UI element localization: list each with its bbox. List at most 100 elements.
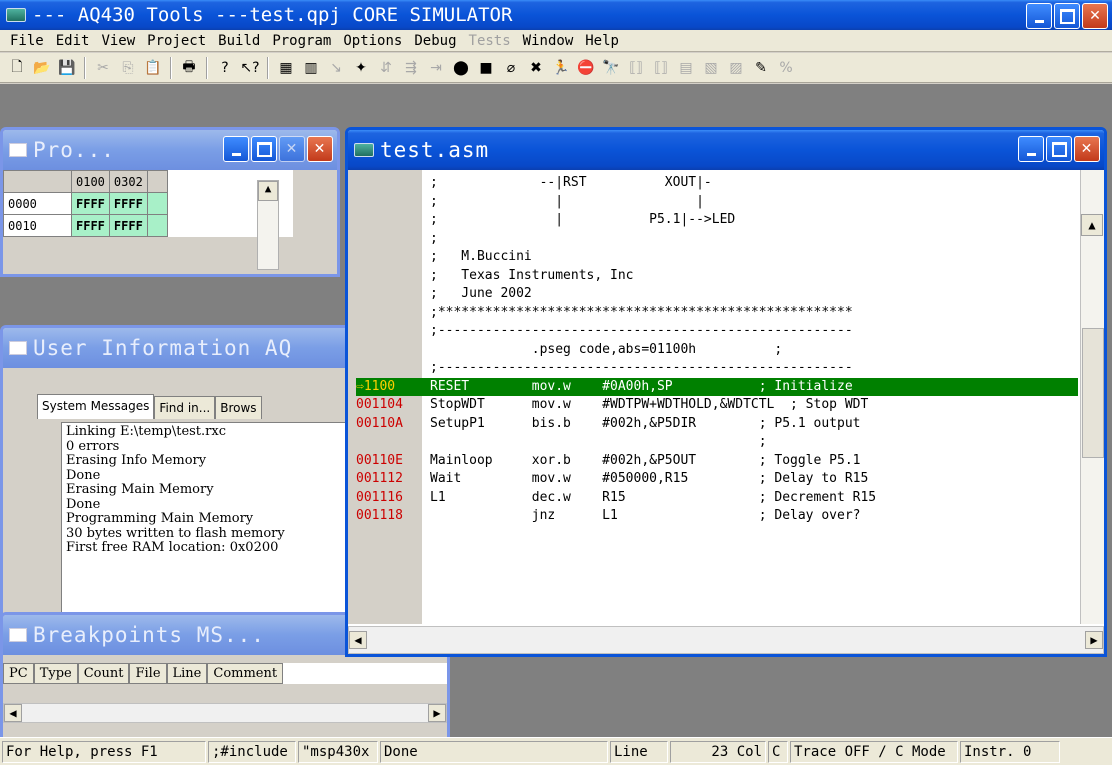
code-line[interactable]: 00110E Mainloop xor.b #002h,&P5OUT ; Togg… <box>356 452 1078 471</box>
menu-program[interactable]: Program <box>266 33 337 49</box>
step-over-icon[interactable]: ⇶ <box>400 57 422 79</box>
cut-icon[interactable]: ✂ <box>92 57 114 79</box>
column-comment[interactable]: Comment <box>207 663 284 684</box>
memory-icon[interactable]: ▧ <box>700 57 722 79</box>
code-line[interactable]: 001112 Wait mov.w #050000,R15 ; Delay to … <box>356 470 1078 489</box>
run-icon[interactable]: 🏃 <box>550 57 572 79</box>
bracket-icon[interactable]: ⟦⟧ <box>625 57 647 79</box>
find-icon[interactable]: 🔭 <box>600 57 622 79</box>
memory-cell[interactable]: FFFF <box>71 192 110 215</box>
new-file-icon[interactable]: 🗋 <box>6 57 28 79</box>
tab-system-messages[interactable]: System Messages <box>37 394 155 419</box>
build-icon[interactable]: ▦ <box>275 57 297 79</box>
minimize-button[interactable] <box>1018 136 1044 162</box>
code-line[interactable]: 001104 StopWDT mov.w #WDTPW+WDTHOLD,&WDTC… <box>356 396 1078 415</box>
editor-titlebar[interactable]: test.asm ✕ <box>348 130 1104 170</box>
code-line[interactable]: ;***************************************… <box>356 304 1078 323</box>
save-icon[interactable]: 💾 <box>56 57 78 79</box>
maximize-button[interactable] <box>1046 136 1072 162</box>
scroll-up-icon[interactable]: ▲ <box>1081 214 1103 236</box>
menu-window[interactable]: Window <box>517 33 580 49</box>
tab-find-in[interactable]: Find in... <box>154 396 216 419</box>
minimize-button[interactable] <box>1026 3 1052 29</box>
code-line[interactable]: ; M.Buccini <box>356 248 1078 267</box>
context-help-icon[interactable]: ↖? <box>239 57 261 79</box>
scroll-right-icon[interactable]: ▶ <box>428 704 446 722</box>
scroll-up-icon[interactable]: ▲ <box>258 181 278 201</box>
menu-project[interactable]: Project <box>141 33 212 49</box>
code-line[interactable]: ; June 2002 <box>356 285 1078 304</box>
code-line[interactable]: ; <box>356 230 1078 249</box>
maximize-button[interactable] <box>1054 3 1080 29</box>
code-line[interactable]: 00110A SetupP1 bis.b #002h,&P5DIR ; P5.1 … <box>356 415 1078 434</box>
code-line[interactable]: .pseg code,abs=01100h ; <box>356 341 1078 360</box>
bracket-alt-icon[interactable]: ⟦⟧ <box>650 57 672 79</box>
memory-cell[interactable]: FFFF <box>71 214 110 237</box>
watch-icon[interactable]: ▤ <box>675 57 697 79</box>
close-button[interactable]: ✕ <box>1074 136 1100 162</box>
column-pc[interactable]: PC <box>3 663 34 684</box>
code-line[interactable]: 001116 L1 dec.w R15 ; Decrement R15 <box>356 489 1078 508</box>
scroll-thumb[interactable] <box>1082 328 1104 458</box>
code-line[interactable]: ; | | <box>356 193 1078 212</box>
code-line[interactable]: ; | P5.1|-->LED <box>356 211 1078 230</box>
menu-options[interactable]: Options <box>337 33 408 49</box>
horizontal-scrollbar[interactable]: ◀ ▶ <box>348 626 1104 654</box>
asm-file-icon <box>354 143 374 157</box>
system-messages-list[interactable]: Linking E:\temp\test.rxc 0 errors Erasin… <box>61 422 357 622</box>
column-count[interactable]: Count <box>77 663 130 684</box>
user-info-titlebar[interactable]: User Information AQ <box>3 328 357 368</box>
scroll-left-icon[interactable]: ◀ <box>349 631 367 649</box>
scroll-right-icon[interactable]: ▶ <box>1085 631 1103 649</box>
close-button[interactable]: ✕ <box>307 136 333 162</box>
horizontal-scrollbar[interactable]: ◀ ▶ <box>3 703 447 723</box>
memory-cell[interactable]: FFFF <box>108 214 148 237</box>
code-line[interactable]: ;---------------------------------------… <box>356 359 1078 378</box>
column-file[interactable]: File <box>129 663 167 684</box>
scroll-left-icon[interactable]: ◀ <box>4 704 22 722</box>
reset-icon[interactable]: ■ <box>475 57 497 79</box>
vertical-scrollbar[interactable]: ▲ <box>257 180 279 270</box>
percent-icon[interactable]: % <box>775 57 797 79</box>
close-button[interactable]: ✕ <box>1082 3 1108 29</box>
current-code-line[interactable]: ⇨1100 RESET mov.w #0A00h,SP ; Initialize <box>356 377 1078 396</box>
open-folder-icon[interactable]: 📂 <box>31 57 53 79</box>
step-icon[interactable]: ↘ <box>325 57 347 79</box>
minimize-button[interactable] <box>223 136 249 162</box>
program-titlebar[interactable]: Pro... ✕ ✕ <box>3 130 337 170</box>
code-line[interactable]: ; Texas Instruments, Inc <box>356 267 1078 286</box>
menu-file[interactable]: File <box>4 33 50 49</box>
code-line[interactable]: ; <box>356 433 1078 452</box>
main-titlebar[interactable]: --- AQ430 Tools ---test.qpj CORE SIMULAT… <box>0 0 1112 30</box>
tab-browse[interactable]: Brows <box>215 396 262 419</box>
menu-build[interactable]: Build <box>212 33 266 49</box>
memory-cell[interactable]: FFFF <box>108 192 148 215</box>
step-out-icon[interactable]: ⇥ <box>425 57 447 79</box>
code-line[interactable]: 001118 jnz L1 ; Delay over? <box>356 507 1078 526</box>
code-editor[interactable]: ; --|RST XOUT|- ; | | ; | P5.1|-->LED; ; M.… <box>348 170 1104 654</box>
menu-view[interactable]: View <box>95 33 141 49</box>
print-icon[interactable]: 🖶 <box>178 57 200 79</box>
run-cursor-icon[interactable]: ✦ <box>350 57 372 79</box>
maximize-button[interactable] <box>251 136 277 162</box>
clear-breakpoints-icon[interactable]: ✖ <box>525 57 547 79</box>
column-line[interactable]: Line <box>166 663 208 684</box>
step-into-icon[interactable]: ⇵ <box>375 57 397 79</box>
menu-debug[interactable]: Debug <box>408 33 462 49</box>
menu-help[interactable]: Help <box>579 33 625 49</box>
pen-icon[interactable]: ✎ <box>750 57 772 79</box>
stop-sign-icon[interactable]: ⛔ <box>575 57 597 79</box>
column-type[interactable]: Type <box>33 663 78 684</box>
code-line[interactable]: ; --|RST XOUT|- <box>356 174 1078 193</box>
menu-edit[interactable]: Edit <box>50 33 96 49</box>
copy-icon[interactable]: ⎘ <box>117 57 139 79</box>
rebuild-icon[interactable]: ▥ <box>300 57 322 79</box>
paste-icon[interactable]: 📋 <box>142 57 164 79</box>
stop-icon[interactable]: ⬤ <box>450 57 472 79</box>
code-lines[interactable]: ; --|RST XOUT|- ; | | ; | P5.1|-->LED; ; M.… <box>356 174 1078 526</box>
code-line[interactable]: ;---------------------------------------… <box>356 322 1078 341</box>
register-icon[interactable]: ▨ <box>725 57 747 79</box>
help-icon[interactable]: ? <box>214 57 236 79</box>
vertical-scrollbar[interactable]: ▲ <box>1080 170 1104 624</box>
erase-icon[interactable]: ⌀ <box>500 57 522 79</box>
